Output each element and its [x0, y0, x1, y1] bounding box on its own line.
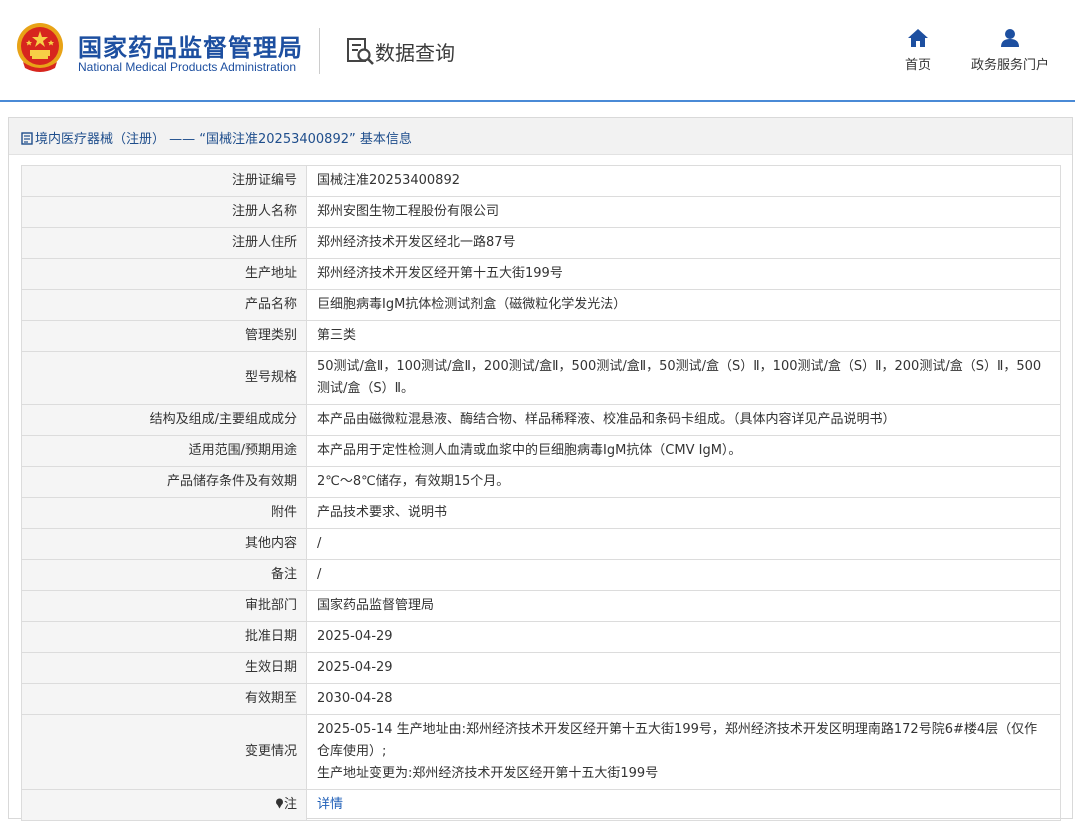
header-divider [319, 28, 320, 74]
table-row: 产品名称 巨细胞病毒IgM抗体检测试剂盒（磁微粒化学发光法） [21, 289, 1061, 321]
note-label-cell: 注 [21, 789, 307, 821]
table-row: 附件 产品技术要求、说明书 [21, 497, 1061, 529]
pin-icon [275, 798, 283, 809]
field-label: 型号规格 [21, 351, 307, 405]
table-row: 批准日期 2025-04-29 [21, 621, 1061, 653]
table-row: 型号规格 50测试/盒Ⅱ，100测试/盒Ⅱ，200测试/盒Ⅱ，500测试/盒Ⅱ，5… [21, 351, 1061, 405]
agency-name-en: National Medical Products Administration [78, 60, 297, 74]
page-section-title: 数据查询 [375, 41, 455, 65]
table-row: 生产地址 郑州经济技术开发区经开第十五大街199号 [21, 258, 1061, 290]
field-label: 产品名称 [21, 289, 307, 321]
field-label: 注册证编号 [21, 165, 307, 197]
nav-home-link[interactable]: 首页 [896, 28, 940, 73]
field-value: 巨细胞病毒IgM抗体检测试剂盒（磁微粒化学发光法） [306, 289, 1061, 321]
field-value: 郑州安图生物工程股份有限公司 [306, 196, 1061, 228]
change-line: 2025-05-14 生产地址由:郑州经济技术开发区经开第十五大街199号，郑州… [317, 722, 1038, 759]
change-line: 生产地址变更为:郑州经济技术开发区经开第十五大街199号 [317, 766, 659, 781]
field-value: 第三类 [306, 320, 1061, 352]
header-rule [0, 100, 1075, 102]
document-icon [21, 132, 33, 145]
table-row: 有效期至 2030-04-28 [21, 683, 1061, 715]
field-value: 本产品由磁微粒混悬液、酶结合物、样品稀释液、校准品和条码卡组成。（具体内容详见产… [306, 404, 1061, 436]
field-label: 生效日期 [21, 652, 307, 684]
field-label: 备注 [21, 559, 307, 591]
table-row: 注册人住所 郑州经济技术开发区经北一路87号 [21, 227, 1061, 259]
nav-service-portal-link[interactable]: 政务服务门户 [968, 28, 1052, 73]
table-row: 管理类别 第三类 [21, 320, 1061, 352]
field-value: 郑州经济技术开发区经北一路87号 [306, 227, 1061, 259]
table-row: 变更情况 2025-05-14 生产地址由:郑州经济技术开发区经开第十五大街19… [21, 714, 1061, 790]
field-value: 郑州经济技术开发区经开第十五大街199号 [306, 258, 1061, 290]
field-value: 国械注准20253400892 [306, 165, 1061, 197]
user-icon [1001, 29, 1019, 47]
field-label: 附件 [21, 497, 307, 529]
change-history-value: 2025-05-14 生产地址由:郑州经济技术开发区经开第十五大街199号，郑州… [306, 714, 1061, 790]
field-label: 适用范围/预期用途 [21, 435, 307, 467]
table-row: 结构及组成/主要组成成分 本产品由磁微粒混悬液、酶结合物、样品稀释液、校准品和条码… [21, 404, 1061, 436]
table-row: 产品储存条件及有效期 2℃～8℃储存，有效期15个月。 [21, 466, 1061, 498]
field-label: 变更情况 [21, 714, 307, 790]
table-row: 注册人名称 郑州安图生物工程股份有限公司 [21, 196, 1061, 228]
field-label: 批准日期 [21, 621, 307, 653]
home-icon [908, 29, 928, 47]
field-label: 审批部门 [21, 590, 307, 622]
field-value: 详情 [306, 789, 1061, 821]
table-row: 注册证编号 国械注准20253400892 [21, 165, 1061, 197]
field-label: 生产地址 [21, 258, 307, 290]
nav-service-portal-label: 政务服务门户 [970, 58, 1049, 73]
field-value: 2025-04-29 [306, 621, 1061, 653]
breadcrumb-text: 境内医疗器械（注册） —— “国械注准20253400892” 基本信息 [35, 132, 412, 147]
field-value: 50测试/盒Ⅱ，100测试/盒Ⅱ，200测试/盒Ⅱ，500测试/盒Ⅱ，50测试/… [306, 351, 1061, 405]
field-value: / [306, 559, 1061, 591]
table-row: 备注 / [21, 559, 1061, 591]
field-value: 国家药品监督管理局 [306, 590, 1061, 622]
detail-panel: 境内医疗器械（注册） —— “国械注准20253400892” 基本信息 注册证… [8, 117, 1073, 821]
field-value: 产品技术要求、说明书 [306, 497, 1061, 529]
table-row: 适用范围/预期用途 本产品用于定性检测人血清或血浆中的巨细胞病毒IgM抗体（CMV… [21, 435, 1061, 467]
field-value: 本产品用于定性检测人血清或血浆中的巨细胞病毒IgM抗体（CMV IgM）。 [306, 435, 1061, 467]
nav-home-label: 首页 [904, 58, 931, 73]
table-row: 注 详情 [21, 789, 1061, 821]
field-label: 注册人名称 [21, 196, 307, 228]
field-label: 其他内容 [21, 528, 307, 560]
field-label: 管理类别 [21, 320, 307, 352]
field-label: 有效期至 [21, 683, 307, 715]
site-header: 国家药品监督管理局 National Medical Products Admi… [0, 0, 1075, 100]
registration-info-table: 注册证编号 国械注准20253400892 注册人名称 郑州安图生物工程股份有限公司… [21, 165, 1061, 821]
field-value: / [306, 528, 1061, 560]
field-value: 2℃～8℃储存，有效期15个月。 [306, 466, 1061, 498]
agency-name-cn: 国家药品监督管理局 [78, 34, 303, 62]
table-row: 审批部门 国家药品监督管理局 [21, 590, 1061, 622]
data-query-icon [347, 38, 374, 65]
field-label: 结构及组成/主要组成成分 [21, 404, 307, 436]
field-label: 产品储存条件及有效期 [21, 466, 307, 498]
table-row: 其他内容 / [21, 528, 1061, 560]
national-emblem-icon [17, 23, 63, 72]
field-value: 2030-04-28 [306, 683, 1061, 715]
field-label: 注 [283, 797, 297, 812]
details-link[interactable]: 详情 [317, 797, 343, 812]
breadcrumb: 境内医疗器械（注册） —— “国械注准20253400892” 基本信息 [9, 118, 1072, 155]
field-label: 注册人住所 [21, 227, 307, 259]
field-value: 2025-04-29 [306, 652, 1061, 684]
table-row: 生效日期 2025-04-29 [21, 652, 1061, 684]
